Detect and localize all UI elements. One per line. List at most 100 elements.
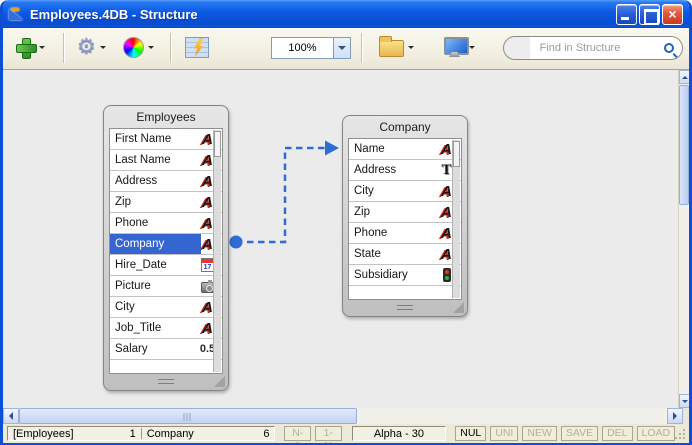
gear-icon: ⚙ — [77, 37, 96, 57]
nul-button[interactable]: NUL — [455, 426, 486, 441]
field-name[interactable]: Job_Title — [110, 318, 201, 338]
table-employees[interactable]: Employees First NameALast NameAAddressAZ… — [103, 105, 229, 391]
field-row[interactable]: CityA — [349, 181, 461, 202]
field-row[interactable]: Hire_Date17 — [110, 255, 222, 276]
selected-table-label: [Employees] — [13, 428, 120, 440]
field-name[interactable]: Zip — [110, 192, 201, 212]
del-button: DEL — [602, 426, 632, 441]
attribute-buttons: NULUNINEWSAVEDELLOAD — [455, 426, 675, 441]
table-resize-handle[interactable] — [214, 376, 225, 387]
folder-icon — [379, 40, 404, 57]
settings-button[interactable]: ⚙ — [73, 28, 110, 66]
search-button[interactable] — [656, 37, 682, 59]
scroll-down-button[interactable] — [679, 394, 689, 408]
open-button[interactable] — [375, 28, 418, 66]
table-title[interactable]: Employees — [104, 106, 228, 128]
field-row[interactable]: CompanyA — [110, 234, 222, 255]
field-name[interactable]: Name — [349, 139, 440, 159]
add-icon — [15, 37, 35, 57]
scroll-left-button[interactable] — [3, 408, 19, 424]
scroll-up-button[interactable] — [679, 70, 689, 84]
field-list: First NameALast NameAAddressAZipAPhoneAC… — [109, 128, 223, 374]
divider — [141, 428, 142, 439]
chevron-down-icon — [469, 46, 475, 52]
window-resize-grip[interactable] — [675, 429, 685, 439]
table-scrollbar[interactable] — [452, 140, 460, 298]
field-name[interactable]: First Name — [110, 129, 201, 149]
scrollbar-thumb[interactable] — [19, 408, 357, 424]
field-row[interactable]: Salary0.5 — [110, 339, 222, 360]
field-name[interactable]: State — [349, 244, 440, 264]
table-scrollbar[interactable] — [213, 130, 221, 372]
display-button[interactable] — [440, 28, 479, 66]
1-n-button: 1-N — [315, 426, 342, 441]
canvas-vertical-scrollbar[interactable] — [678, 70, 689, 408]
relation-line[interactable] — [230, 141, 340, 249]
field-name[interactable]: City — [349, 181, 440, 201]
field-row[interactable]: NameA — [349, 139, 461, 160]
field-row[interactable]: ZipA — [349, 202, 461, 223]
scrollbar-grip-icon — [184, 413, 193, 421]
field-name[interactable]: Subsidiary — [349, 265, 440, 285]
scrollbar-thumb[interactable] — [214, 131, 221, 157]
alpha-icon: A — [202, 195, 213, 210]
zoom-dropdown-button[interactable] — [333, 38, 350, 58]
add-button[interactable] — [11, 28, 49, 66]
canvas-horizontal-scrollbar[interactable] — [3, 408, 689, 424]
field-row[interactable]: Subsidiary — [349, 265, 461, 286]
field-name[interactable]: Address — [110, 171, 201, 191]
maximize-button[interactable] — [639, 4, 660, 25]
field-row[interactable]: Job_TitleA — [110, 318, 222, 339]
text-icon: T — [441, 163, 451, 178]
scrollbar-thumb[interactable] — [679, 85, 689, 205]
field-row[interactable]: AddressA — [110, 171, 222, 192]
scroll-right-button[interactable] — [667, 408, 683, 424]
field-name[interactable]: Phone — [349, 223, 440, 243]
table-company[interactable]: Company NameAAddressTCityAZipAPhoneAStat… — [342, 115, 468, 317]
title-bar[interactable]: Employees.4DB - Structure × — [3, 0, 689, 28]
field-name[interactable]: Phone — [110, 213, 201, 233]
field-name[interactable]: Address — [349, 160, 440, 180]
minimize-button[interactable] — [616, 4, 637, 25]
toolbar-separator — [170, 33, 171, 63]
monitor-icon — [444, 37, 465, 57]
chevron-down-icon — [39, 46, 45, 52]
find-in-structure-field[interactable] — [503, 36, 683, 60]
field-row[interactable]: Last NameA — [110, 150, 222, 171]
table-title[interactable]: Company — [343, 116, 467, 138]
field-type-box: Alpha - 30 — [352, 426, 447, 441]
structure-canvas[interactable]: Employees First NameALast NameAAddressAZ… — [3, 70, 689, 408]
table-grip[interactable] — [158, 379, 174, 384]
field-name[interactable]: Zip — [349, 202, 440, 222]
field-name[interactable]: Company — [110, 234, 201, 254]
field-name[interactable]: Last Name — [110, 150, 201, 170]
field-name[interactable]: Hire_Date — [110, 255, 201, 275]
table-resize-handle[interactable] — [453, 302, 464, 313]
chevron-down-icon — [100, 46, 106, 52]
boolean-icon — [443, 268, 451, 282]
close-button[interactable]: × — [662, 4, 683, 25]
chevron-down-icon — [682, 400, 688, 406]
relation-origin-dot[interactable] — [230, 236, 243, 249]
table-grip[interactable] — [397, 305, 413, 310]
triggers-button[interactable] — [181, 28, 213, 66]
zoom-combobox[interactable]: 100% — [271, 37, 351, 59]
field-row[interactable]: PhoneA — [349, 223, 461, 244]
field-row[interactable]: First NameA — [110, 129, 222, 150]
scrollbar-track[interactable] — [19, 408, 667, 424]
scrollbar-thumb[interactable] — [453, 141, 460, 167]
field-row[interactable]: StateA — [349, 244, 461, 265]
selected-field-label: Company — [147, 428, 254, 440]
field-row[interactable]: PhoneA — [110, 213, 222, 234]
field-row[interactable]: AddressT — [349, 160, 461, 181]
alpha-icon: A — [441, 226, 452, 241]
field-name[interactable]: Salary — [110, 339, 201, 359]
field-name[interactable]: City — [110, 297, 201, 317]
field-row[interactable]: Picture — [110, 276, 222, 297]
search-input[interactable] — [504, 42, 656, 54]
field-row[interactable]: CityA — [110, 297, 222, 318]
field-name[interactable]: Picture — [110, 276, 201, 296]
field-row[interactable]: ZipA — [110, 192, 222, 213]
alpha-icon: A — [202, 132, 213, 147]
colors-button[interactable] — [119, 28, 158, 66]
